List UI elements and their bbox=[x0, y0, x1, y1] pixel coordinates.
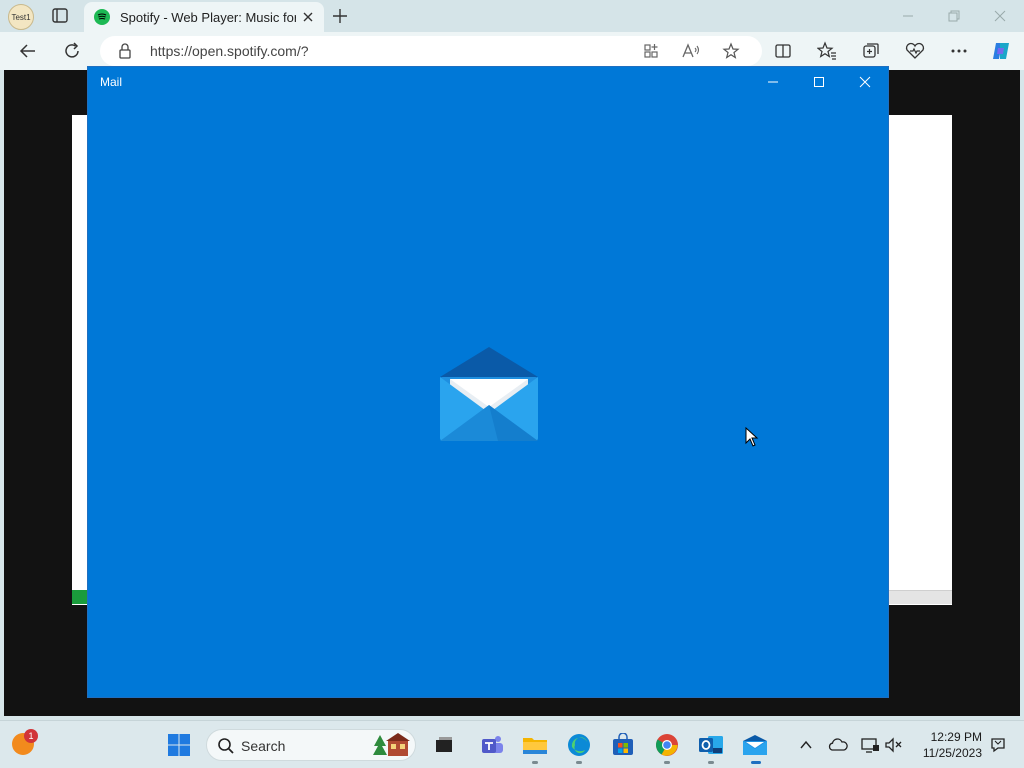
read-aloud-icon[interactable] bbox=[680, 40, 702, 62]
favorites-icon[interactable] bbox=[816, 40, 838, 62]
taskbar: 1 Search 12:29 PM 11/25/2023 bbox=[0, 720, 1024, 768]
lock-icon[interactable] bbox=[114, 40, 136, 62]
favorite-star-icon[interactable] bbox=[720, 40, 742, 62]
mail-minimize-icon[interactable] bbox=[762, 73, 784, 91]
spotify-scrollbar[interactable] bbox=[888, 590, 952, 604]
mail-active-indicator bbox=[751, 761, 761, 764]
address-bar[interactable]: https://open.spotify.com/? bbox=[100, 36, 762, 66]
more-options-icon[interactable] bbox=[948, 40, 970, 62]
outlook-icon[interactable] bbox=[698, 732, 724, 758]
search-highlight-icon bbox=[371, 732, 411, 758]
notification-count: 1 bbox=[28, 731, 34, 741]
clock-date: 11/25/2023 bbox=[922, 746, 982, 760]
search-icon bbox=[213, 733, 239, 759]
mail-close-icon[interactable] bbox=[854, 73, 876, 91]
collections-icon[interactable] bbox=[860, 40, 882, 62]
mail-maximize-icon[interactable] bbox=[808, 73, 830, 91]
spotify-green-strip bbox=[72, 590, 88, 604]
edge-icon[interactable] bbox=[566, 732, 592, 758]
notifications-icon[interactable] bbox=[988, 735, 1008, 755]
mouse-cursor-icon bbox=[745, 426, 759, 447]
windows-start-icon[interactable] bbox=[166, 732, 192, 758]
tab-title: Spotify - Web Player: Music for everyone bbox=[120, 9, 296, 25]
mail-logo-icon bbox=[438, 345, 540, 443]
onedrive-icon[interactable] bbox=[828, 735, 848, 755]
restore-icon[interactable] bbox=[944, 6, 964, 26]
clock-time: 12:29 PM bbox=[930, 730, 982, 744]
notification-badge: 1 bbox=[24, 729, 38, 743]
browser-titlebar: Test1 Spotify - Web Player: Music for ev… bbox=[0, 0, 1024, 32]
chrome-icon[interactable] bbox=[654, 732, 680, 758]
tab-close-icon[interactable] bbox=[300, 9, 316, 25]
app-available-icon[interactable] bbox=[640, 40, 662, 62]
new-tab-icon[interactable] bbox=[330, 6, 350, 26]
browser-essentials-icon[interactable] bbox=[904, 40, 926, 62]
chevron-up-icon[interactable] bbox=[796, 735, 816, 755]
mail-taskbar-icon[interactable] bbox=[742, 732, 768, 758]
spotify-icon bbox=[94, 9, 110, 25]
url-text[interactable]: https://open.spotify.com/? bbox=[150, 43, 309, 59]
tab-actions-icon[interactable] bbox=[50, 7, 70, 25]
refresh-icon[interactable] bbox=[61, 40, 83, 62]
back-arrow-icon[interactable] bbox=[17, 40, 39, 62]
file-explorer-running-indicator bbox=[532, 761, 538, 764]
split-screen-icon[interactable] bbox=[772, 40, 794, 62]
search-label: Search bbox=[241, 738, 286, 754]
task-view-icon[interactable] bbox=[431, 732, 457, 758]
tab-spotify[interactable]: Spotify - Web Player: Music for everyone bbox=[84, 2, 324, 32]
edge-running-indicator bbox=[576, 761, 582, 764]
system-clock[interactable]: 12:29 PM 11/25/2023 bbox=[923, 729, 982, 761]
browser-toolbar: https://open.spotify.com/? bbox=[0, 32, 1024, 70]
network-icon[interactable] bbox=[860, 735, 880, 755]
chrome-running-indicator bbox=[664, 761, 670, 764]
teams-icon[interactable] bbox=[479, 732, 505, 758]
mail-window-title: Mail bbox=[100, 75, 123, 89]
file-explorer-icon[interactable] bbox=[522, 732, 548, 758]
microsoft-store-icon[interactable] bbox=[610, 732, 636, 758]
outlook-running-indicator bbox=[708, 761, 714, 764]
taskbar-search[interactable]: Search bbox=[206, 729, 416, 761]
copilot-icon[interactable] bbox=[990, 40, 1012, 62]
volume-muted-icon[interactable] bbox=[884, 735, 904, 755]
close-icon[interactable] bbox=[990, 6, 1010, 26]
profile-avatar[interactable]: Test1 bbox=[8, 4, 34, 30]
profile-label: Test1 bbox=[11, 12, 31, 22]
minimize-icon[interactable] bbox=[898, 6, 918, 26]
mail-window[interactable]: Mail bbox=[87, 66, 889, 698]
